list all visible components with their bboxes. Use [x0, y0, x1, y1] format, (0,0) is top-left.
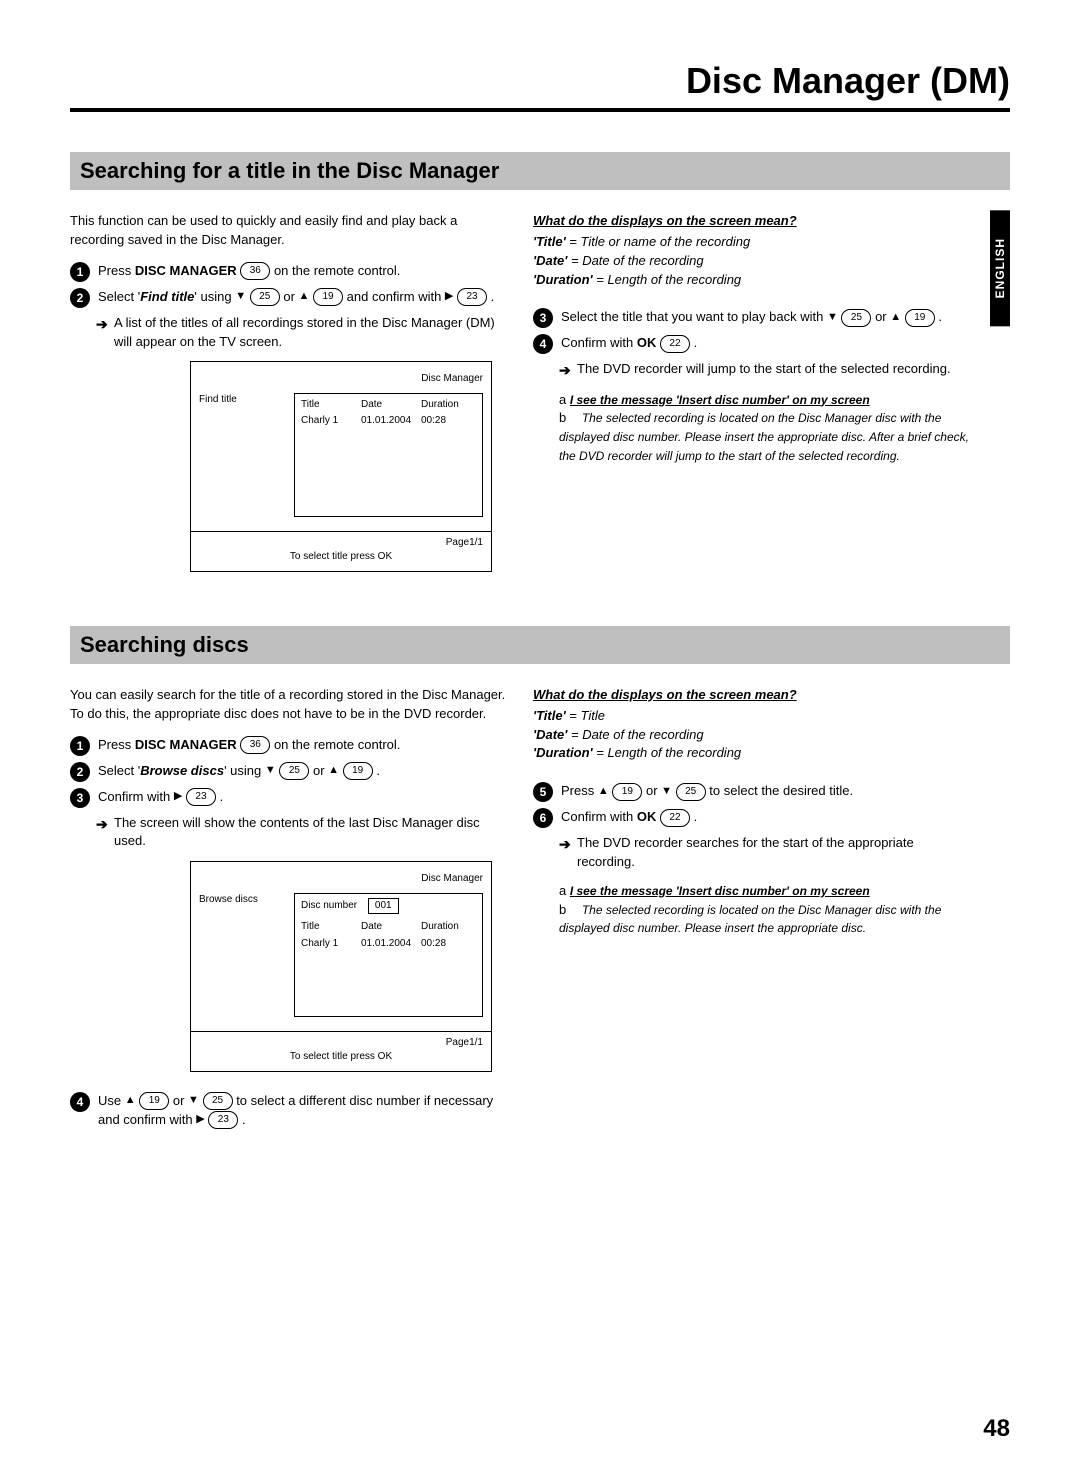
info-heading: What do the displays on the screen mean? [533, 686, 970, 705]
step-a4-text: Confirm with OK 22 . [561, 334, 697, 353]
step-a1: 1 Press DISC MANAGER 36 on the remote co… [70, 262, 507, 282]
step-a3-text: Select the title that you want to play b… [561, 308, 942, 327]
page-number: 48 [983, 1415, 1010, 1443]
info-heading: What do the displays on the screen mean? [533, 212, 970, 231]
remote-key-icon: 23 [457, 288, 487, 306]
step-b1: 1 Press DISC MANAGER 36 on the remote co… [70, 736, 507, 756]
remote-key-icon: 25 [841, 309, 871, 327]
section-a-intro: This function can be used to quickly and… [70, 212, 507, 250]
trouble-b: a I see the message 'Insert disc number'… [559, 882, 970, 939]
down-arrow-icon [827, 310, 838, 326]
remote-key-icon: 23 [208, 1111, 238, 1129]
result-arrow-icon: ➔ [96, 314, 114, 334]
result-arrow-icon: ➔ [96, 814, 114, 834]
step-number-icon: 4 [70, 1092, 90, 1112]
chapter-title: Disc Manager (DM) [70, 60, 1010, 102]
result-arrow-icon: ➔ [559, 834, 577, 854]
down-arrow-icon [265, 763, 276, 779]
step-number-icon: 3 [533, 308, 553, 328]
step-b5: 5 Press 19 or 25 to select the desired t… [533, 782, 970, 802]
tv-screen-find-title: Disc Manager Find title Title Date Durat… [190, 361, 492, 572]
down-arrow-icon [235, 289, 246, 305]
section-heading-search-title: Searching for a title in the Disc Manage… [70, 152, 1010, 190]
tv-screen-browse-discs: Disc Manager Browse discs Disc number 00… [190, 861, 492, 1072]
section-b-right-column: What do the displays on the screen mean?… [533, 686, 1010, 1136]
step-b4: 4 Use 19 or 25 to select a different dis… [70, 1092, 507, 1130]
info-body: 'Title' = Title or name of the recording… [533, 233, 970, 290]
remote-key-icon: 25 [676, 783, 706, 801]
remote-key-icon: 25 [203, 1092, 233, 1110]
result-arrow-icon: ➔ [559, 360, 577, 380]
section-a-right-column: What do the displays on the screen mean?… [533, 212, 1010, 592]
step-number-icon: 2 [70, 762, 90, 782]
section-heading-search-discs: Searching discs [70, 626, 1010, 664]
step-number-icon: 5 [533, 782, 553, 802]
step-a2-text: Select 'Find title' using 25 or 19 and c… [98, 288, 494, 307]
remote-key-icon: 25 [279, 762, 309, 780]
section-b-intro: You can easily search for the title of a… [70, 686, 507, 724]
step-a3: 3 Select the title that you want to play… [533, 308, 970, 328]
up-arrow-icon [890, 310, 901, 326]
remote-key-icon: 19 [343, 762, 373, 780]
section-b-left-column: You can easily search for the title of a… [70, 686, 507, 1136]
remote-key-icon: 19 [313, 288, 343, 306]
step-b6: 6 Confirm with OK 22 . [533, 808, 970, 828]
right-arrow-icon [196, 1112, 204, 1128]
step-b2: 2 Select 'Browse discs' using 25 or 19 . [70, 762, 507, 782]
right-arrow-icon [445, 289, 453, 305]
up-arrow-icon [328, 763, 339, 779]
trouble-a: a I see the message 'Insert disc number'… [559, 391, 970, 466]
step-number-icon: 1 [70, 736, 90, 756]
step-a2-sub: ➔ A list of the titles of all recordings… [96, 314, 507, 352]
remote-key-icon: 19 [905, 309, 935, 327]
up-arrow-icon [125, 1093, 136, 1109]
step-a2: 2 Select 'Find title' using 25 or 19 and… [70, 288, 507, 308]
remote-key-icon: 22 [660, 809, 690, 827]
remote-key-icon: 19 [612, 783, 642, 801]
remote-key-icon: 36 [240, 736, 270, 754]
remote-key-icon: 23 [186, 788, 216, 806]
remote-key-icon: 25 [250, 288, 280, 306]
step-number-icon: 1 [70, 262, 90, 282]
remote-key-icon: 22 [660, 335, 690, 353]
down-arrow-icon [188, 1093, 199, 1109]
info-body: 'Title' = Title 'Date' = Date of the rec… [533, 707, 970, 764]
up-arrow-icon [598, 784, 609, 800]
step-a1-text: Press DISC MANAGER 36 on the remote cont… [98, 262, 400, 281]
down-arrow-icon [661, 784, 672, 800]
language-tab: ENGLISH [990, 210, 1010, 326]
right-arrow-icon [174, 789, 182, 805]
step-number-icon: 2 [70, 288, 90, 308]
step-b3-sub: ➔ The screen will show the contents of t… [96, 814, 507, 852]
step-b6-sub: ➔ The DVD recorder searches for the star… [559, 834, 970, 872]
remote-key-icon: 36 [240, 262, 270, 280]
up-arrow-icon [299, 289, 310, 305]
section-a-left-column: This function can be used to quickly and… [70, 212, 507, 592]
step-a4: 4 Confirm with OK 22 . [533, 334, 970, 354]
step-b3: 3 Confirm with 23 . [70, 788, 507, 808]
heading-rule [70, 108, 1010, 112]
step-number-icon: 4 [533, 334, 553, 354]
step-number-icon: 6 [533, 808, 553, 828]
step-number-icon: 3 [70, 788, 90, 808]
remote-key-icon: 19 [139, 1092, 169, 1110]
step-a4-sub: ➔ The DVD recorder will jump to the star… [559, 360, 970, 380]
